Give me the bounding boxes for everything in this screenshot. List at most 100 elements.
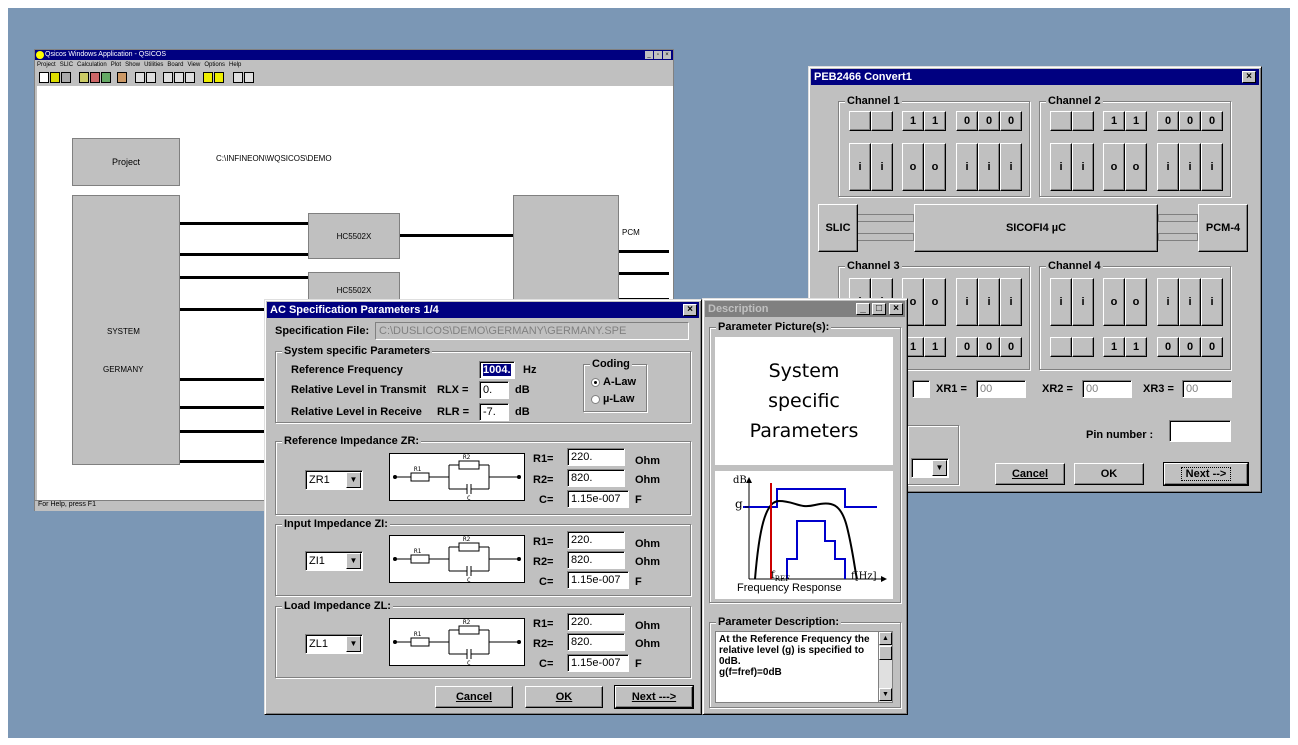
- zi-c-field[interactable]: 1.15e-007: [567, 571, 629, 589]
- scroll-up-icon[interactable]: ▲: [879, 632, 892, 645]
- ch2-bit-button[interactable]: 1: [1125, 111, 1147, 131]
- xr0-field[interactable]: [912, 380, 930, 398]
- scroll-thumb[interactable]: [879, 646, 892, 660]
- ch4-io-button[interactable]: o: [1125, 278, 1147, 326]
- pin-number-field[interactable]: [1169, 420, 1231, 442]
- ch2-bit-button[interactable]: 0: [1179, 111, 1201, 131]
- zi-r1-field[interactable]: 220.: [567, 531, 625, 549]
- ch1-io-button[interactable]: i: [871, 143, 893, 191]
- ch2-io-button[interactable]: i: [1157, 143, 1179, 191]
- menu-show[interactable]: Show: [125, 61, 140, 70]
- tool-icon-6[interactable]: [146, 72, 156, 83]
- menu-project[interactable]: Project: [37, 61, 56, 70]
- ch3-io-button[interactable]: i: [956, 278, 978, 326]
- ch4-bit-button[interactable]: [1050, 337, 1072, 357]
- ch4-bit-button[interactable]: [1072, 337, 1094, 357]
- ch1-io-button[interactable]: o: [902, 143, 924, 191]
- open-folder-icon[interactable]: [50, 72, 60, 83]
- ch1-io-button[interactable]: i: [849, 143, 871, 191]
- lightning-icon[interactable]: [203, 72, 213, 83]
- chevron-down-icon[interactable]: ▼: [346, 553, 361, 569]
- description-textarea[interactable]: At the Reference Frequency the relative …: [715, 631, 893, 703]
- zi-r2-field[interactable]: 820.: [567, 551, 625, 569]
- new-file-icon[interactable]: [39, 72, 49, 83]
- menu-view[interactable]: View: [187, 61, 200, 70]
- ac-next-button[interactable]: Next --->: [614, 685, 694, 709]
- tool-icon-8[interactable]: [174, 72, 184, 83]
- ch3-bit-button[interactable]: 0: [978, 337, 1000, 357]
- qsicos-close-button[interactable]: ×: [663, 51, 671, 59]
- ch4-io-button[interactable]: i: [1201, 278, 1223, 326]
- ch1-bit-button[interactable]: 0: [956, 111, 978, 131]
- peb-cancel-button[interactable]: Cancel: [995, 463, 1065, 485]
- pcm4-button[interactable]: PCM-4: [1198, 204, 1248, 252]
- zr-r2-field[interactable]: 820.: [567, 469, 625, 487]
- ac-ok-button[interactable]: OK: [525, 686, 603, 708]
- ac-close-button[interactable]: ×: [683, 304, 697, 316]
- ch2-io-button[interactable]: o: [1103, 143, 1125, 191]
- ch4-bit-button[interactable]: 0: [1179, 337, 1201, 357]
- zl-select[interactable]: ZL1 ▼: [305, 634, 363, 654]
- tool-icon-7[interactable]: [163, 72, 173, 83]
- chevron-down-icon[interactable]: ▼: [346, 472, 361, 488]
- ref-freq-field[interactable]: 1004.: [479, 361, 515, 379]
- ch1-bit-button[interactable]: 0: [1000, 111, 1022, 131]
- menu-help[interactable]: Help: [229, 61, 241, 70]
- tool-icon-5[interactable]: [135, 72, 145, 83]
- ch3-bit-button[interactable]: 0: [956, 337, 978, 357]
- ch2-io-button[interactable]: i: [1179, 143, 1201, 191]
- peb-next-button[interactable]: Next -->: [1163, 462, 1249, 486]
- ch2-bit-button[interactable]: 0: [1157, 111, 1179, 131]
- ch4-bit-button[interactable]: 0: [1157, 337, 1179, 357]
- ch2-bit-button[interactable]: 1: [1103, 111, 1125, 131]
- zl-r1-field[interactable]: 220.: [567, 613, 625, 631]
- ch3-io-button[interactable]: i: [978, 278, 1000, 326]
- ch1-bit-button[interactable]: 1: [902, 111, 924, 131]
- ch2-io-button[interactable]: i: [1201, 143, 1223, 191]
- ac-cancel-button[interactable]: Cancel: [435, 686, 513, 708]
- ch2-bit-button[interactable]: [1072, 111, 1094, 131]
- ch1-bit-button[interactable]: 0: [978, 111, 1000, 131]
- ch1-bit-button[interactable]: 1: [924, 111, 946, 131]
- hc5502x-box-1[interactable]: HC5502X: [308, 213, 400, 259]
- ch4-bit-button[interactable]: 1: [1125, 337, 1147, 357]
- peb-select[interactable]: ▼: [911, 458, 949, 478]
- desc-close-button[interactable]: ×: [889, 303, 903, 315]
- ch2-io-button[interactable]: o: [1125, 143, 1147, 191]
- ch3-io-button[interactable]: i: [1000, 278, 1022, 326]
- zr-r1-field[interactable]: 220.: [567, 448, 625, 466]
- ch3-bit-button[interactable]: 0: [1000, 337, 1022, 357]
- xr3-field[interactable]: 00: [1182, 380, 1232, 398]
- tool-icon-9[interactable]: [185, 72, 195, 83]
- xr1-field[interactable]: 00: [976, 380, 1026, 398]
- alaw-radio[interactable]: A-Law: [591, 376, 636, 388]
- qsicos-min-button[interactable]: _: [645, 51, 653, 59]
- menu-calculation[interactable]: Calculation: [77, 61, 107, 70]
- ch1-io-button[interactable]: i: [1000, 143, 1022, 191]
- qsicos-max-button[interactable]: ▫: [654, 51, 662, 59]
- ch2-bit-button[interactable]: 0: [1201, 111, 1223, 131]
- menu-slic[interactable]: SLIC: [60, 61, 73, 70]
- menu-utilities[interactable]: Utilities: [144, 61, 163, 70]
- project-button[interactable]: Project: [72, 138, 180, 186]
- ch4-io-button[interactable]: i: [1179, 278, 1201, 326]
- ch4-io-button[interactable]: o: [1103, 278, 1125, 326]
- zr-c-field[interactable]: 1.15e-007: [567, 490, 629, 508]
- tool-icon-3[interactable]: [101, 72, 111, 83]
- sicofi-button[interactable]: SICOFI4 µC: [914, 204, 1158, 252]
- desc-scrollbar[interactable]: ▲ ▼: [878, 632, 892, 702]
- zl-c-field[interactable]: 1.15e-007: [567, 654, 629, 672]
- pcm-box[interactable]: [513, 195, 619, 305]
- chevron-down-icon[interactable]: ▼: [932, 460, 947, 476]
- menu-board[interactable]: Board: [167, 61, 183, 70]
- save-icon[interactable]: [61, 72, 71, 83]
- ulaw-radio[interactable]: µ-Law: [591, 393, 634, 405]
- ch1-io-button[interactable]: i: [956, 143, 978, 191]
- desc-max-button[interactable]: □: [872, 303, 886, 315]
- peb-ok-button[interactable]: OK: [1074, 463, 1144, 485]
- tool-icon-2[interactable]: [90, 72, 100, 83]
- ch1-io-button[interactable]: o: [924, 143, 946, 191]
- ch2-io-button[interactable]: i: [1072, 143, 1094, 191]
- rlr-field[interactable]: -7.: [479, 403, 509, 421]
- peb-close-button[interactable]: ×: [1242, 71, 1256, 83]
